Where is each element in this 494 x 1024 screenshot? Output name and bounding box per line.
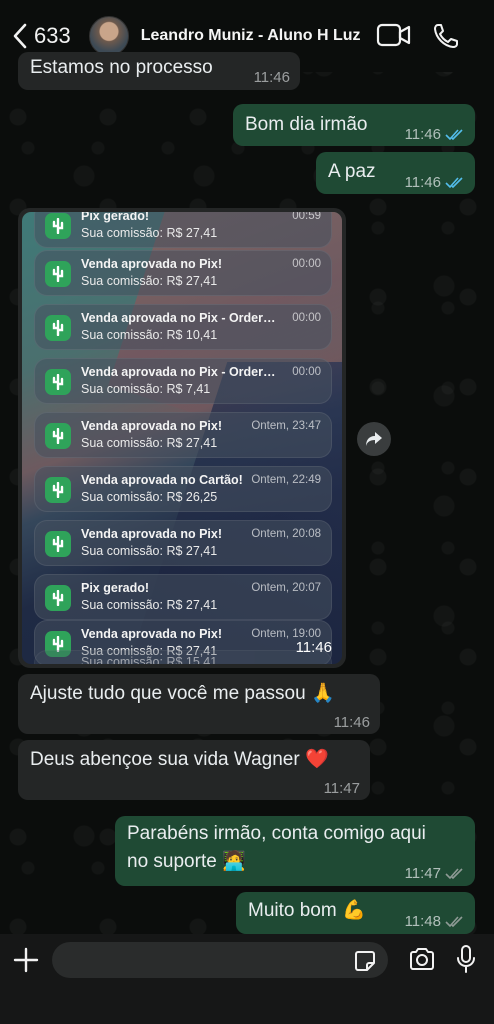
contact-name[interactable]: Leandro Muniz - Aluno H Luz — [141, 27, 361, 45]
message-incoming[interactable]: Estamos no processo 11:46 — [18, 52, 300, 90]
notification-card: Pix gerado! Sua comissão: R$ 27,41 00:59 — [34, 212, 332, 248]
message-incoming[interactable]: Ajuste tudo que você me passou 🙏 11:46 — [18, 674, 380, 734]
notification-title: Venda aprovada no Pix! — [81, 257, 223, 271]
message-text: Muito bom 💪 — [248, 900, 366, 921]
message-text: Deus abençoe sua vida Wagner ❤️ — [30, 749, 329, 770]
notification-title: Venda aprovada no Pix - Orderbu... — [81, 311, 281, 325]
forward-button[interactable] — [357, 422, 391, 456]
notification-body: Sua comissão: R$ 10,41 — [81, 328, 218, 342]
message-time: 11:46 — [404, 126, 441, 143]
microphone-icon[interactable] — [456, 944, 476, 974]
message-time: 11:47 — [323, 780, 360, 797]
message-incoming[interactable]: Deus abençoe sua vida Wagner ❤️ 11:47 — [18, 740, 370, 800]
cactus-app-icon — [45, 423, 71, 449]
message-time: 11:46 — [253, 69, 290, 86]
phone-call-icon[interactable] — [432, 22, 460, 50]
notification-card: Pix gerado! Sua comissão: R$ 27,41 Ontem… — [34, 574, 332, 620]
read-ticks-icon — [445, 177, 463, 189]
notification-time: 00:59 — [292, 212, 321, 222]
sticker-icon[interactable] — [354, 950, 376, 972]
notification-title: Venda aprovada no Pix - Orderbu... — [81, 365, 281, 379]
avatar[interactable] — [88, 16, 129, 56]
notification-card: Venda aprovada no Cartão! Sua comissão: … — [34, 466, 332, 512]
notification-time: Ontem, 20:07 — [251, 582, 321, 594]
notification-card: Venda aprovada no Pix! Sua comissão: R$ … — [34, 250, 332, 296]
notification-body: Sua comissão: R$ 27,41 — [81, 544, 218, 558]
notification-body: Sua comissão: R$ 27,41 — [81, 226, 218, 240]
notification-time: Ontem, 20:08 — [251, 528, 321, 540]
cactus-app-icon — [45, 585, 71, 611]
notification-body: Sua comissão: R$ 27,41 — [81, 436, 218, 450]
cactus-app-icon — [45, 369, 71, 395]
notification-body: Sua comissão: R$ 27,41 — [81, 598, 218, 612]
notification-card: Venda aprovada no Pix - Orderbu... Sua c… — [34, 304, 332, 350]
message-outgoing[interactable]: Parabéns irmão, conta comigo aqui no sup… — [115, 816, 475, 886]
back-button[interactable]: 633 — [12, 23, 71, 49]
delivered-ticks-icon — [445, 916, 463, 928]
message-outgoing[interactable]: Bom dia irmão 11:46 — [233, 104, 475, 146]
message-time: 11:48 — [404, 913, 441, 930]
message-text: Bom dia irmão — [245, 114, 368, 135]
notification-time: Ontem, 22:49 — [251, 474, 321, 486]
notification-title: Pix gerado! — [81, 212, 150, 223]
notification-body: Sua comissão: R$ 27,41 — [81, 274, 218, 288]
delivered-ticks-icon — [445, 868, 463, 880]
message-time: 11:47 — [404, 865, 441, 882]
unread-count: 633 — [34, 23, 71, 48]
message-time: 11:46 — [333, 714, 370, 731]
notification-time: Ontem, 23:47 — [251, 420, 321, 432]
notification-time: 00:00 — [292, 366, 321, 378]
image-message[interactable]: Pix gerado! Sua comissão: R$ 27,41 00:59… — [18, 208, 346, 668]
notification-body: Sua comissão: R$ 26,25 — [81, 490, 218, 504]
message-outgoing[interactable]: A paz 11:46 — [316, 152, 475, 194]
message-text: Ajuste tudo que você me passou 🙏 — [30, 683, 335, 704]
notification-card: Venda aprovada no Pix! Sua comissão: R$ … — [34, 520, 332, 566]
notification-body: Sua comissão: R$ 7,41 — [81, 382, 211, 396]
read-ticks-icon — [445, 129, 463, 141]
notification-body: Sua comissão: R$ 15,41 — [81, 655, 218, 664]
message-time: 11:46 — [295, 639, 332, 656]
camera-icon[interactable] — [408, 947, 436, 971]
message-outgoing[interactable]: Muito bom 💪 11:48 — [236, 892, 475, 934]
cactus-app-icon — [45, 261, 71, 287]
cactus-app-icon — [45, 315, 71, 341]
notification-card: Venda aprovada no Pix - Orderbu... Sua c… — [34, 358, 332, 404]
cactus-app-icon — [45, 531, 71, 557]
notification-time: 00:00 — [292, 312, 321, 324]
cactus-app-icon — [45, 213, 71, 239]
cactus-app-icon — [45, 477, 71, 503]
message-text: A paz — [328, 161, 376, 182]
notification-screenshot[interactable]: Pix gerado! Sua comissão: R$ 27,41 00:59… — [22, 212, 342, 664]
message-time: 11:46 — [404, 174, 441, 191]
plus-icon[interactable] — [12, 946, 40, 974]
message-text-line1: Parabéns irmão, conta comigo aqui — [127, 823, 426, 844]
message-text-line2: no suporte 🧑‍💻 — [127, 851, 246, 872]
video-call-icon[interactable] — [376, 22, 412, 48]
notification-card: Sua comissão: R$ 15,41 — [34, 650, 332, 664]
forward-icon — [366, 432, 382, 446]
notification-card: Venda aprovada no Pix! Sua comissão: R$ … — [34, 412, 332, 458]
message-text: Estamos no processo — [30, 57, 213, 78]
notification-time: 00:00 — [292, 258, 321, 270]
message-input[interactable] — [52, 942, 388, 978]
chevron-left-icon — [13, 23, 27, 49]
